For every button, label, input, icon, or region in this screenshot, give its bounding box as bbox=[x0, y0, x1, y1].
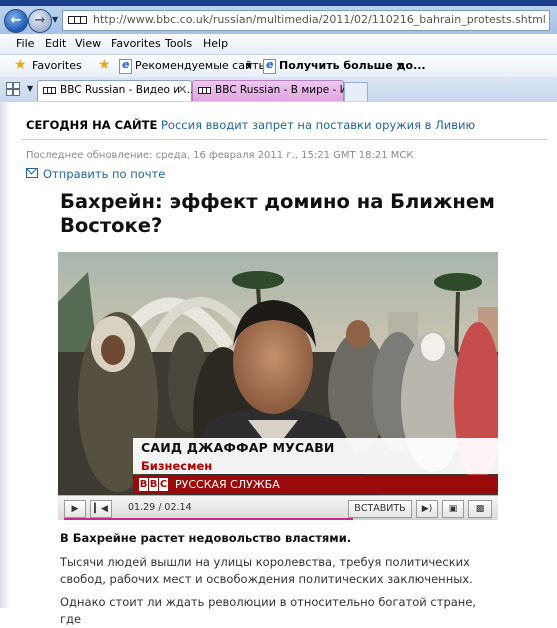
player-controls: ▶ ▎◀ 01.29 / 02.14 ВСТАВИТЬ ▶) ▣ ▩ bbox=[58, 495, 498, 520]
bbc-letter: C bbox=[159, 478, 168, 491]
video-player[interactable]: САИД ДЖАФФАР МУСАВИ Бизнесмен B B C РУСС… bbox=[58, 252, 498, 520]
volume-icon[interactable]: ▶) bbox=[416, 500, 438, 518]
fullscreen-icon[interactable]: ▩ bbox=[468, 500, 492, 518]
article-lead: В Бахрейне растет недовольство властями. bbox=[60, 531, 352, 545]
video-frame[interactable]: САИД ДЖАФФАР МУСАВИ Бизнесмен B B C РУСС… bbox=[58, 252, 498, 495]
ie-page-icon bbox=[263, 58, 276, 74]
speaker-role: Бизнесмен bbox=[141, 459, 213, 473]
bbc-logo: B B C bbox=[139, 478, 169, 491]
caption-lower-third: САИД ДЖАФФАР МУСАВИ Бизнесмен B B C РУСС… bbox=[133, 438, 498, 494]
chevron-down-icon: ▼ bbox=[246, 61, 253, 70]
forward-button[interactable]: → bbox=[28, 9, 52, 33]
email-link[interactable]: Отправить по почте bbox=[43, 167, 165, 181]
navigation-toolbar: ← → ▼ http://www.bbc.co.uk/russian/multi… bbox=[0, 6, 557, 34]
add-favorite-icon[interactable]: ★ bbox=[98, 57, 111, 73]
article-paragraph: Однако стоит ли ждать революции в относи… bbox=[60, 595, 477, 626]
tab-bar: ▼ BBC Russian - Видео и ... ✕ BBC Russia… bbox=[0, 77, 557, 103]
tab-title: BBC Russian - Видео и ... bbox=[60, 84, 194, 96]
favorites-star-icon: ★ bbox=[14, 57, 27, 73]
service-banner: B B C РУССКАЯ СЛУЖБА bbox=[133, 475, 498, 494]
close-tab-icon[interactable]: ✕ bbox=[178, 83, 187, 96]
timecode: 01.29 / 02.14 bbox=[128, 502, 192, 513]
back-button[interactable]: ← bbox=[4, 9, 28, 33]
tab-list-icon[interactable]: ▼ bbox=[27, 84, 33, 93]
menu-edit[interactable]: Edit bbox=[45, 37, 66, 50]
url-text: http://www.bbc.co.uk/russian/multimedia/… bbox=[93, 13, 546, 26]
tab-bbc-video[interactable]: BBC Russian - Видео и ... ✕ bbox=[37, 80, 194, 101]
address-bar[interactable]: http://www.bbc.co.uk/russian/multimedia/… bbox=[62, 10, 550, 31]
last-updated: Последнее обновление: среда, 16 февраля … bbox=[26, 150, 414, 161]
embed-button[interactable]: ВСТАВИТЬ bbox=[348, 500, 412, 518]
bbc-favicon bbox=[43, 87, 56, 94]
bbc-letter: B bbox=[149, 478, 158, 491]
menu-bar: File Edit View Favorites Tools Help bbox=[0, 34, 557, 55]
chevron-down-icon: ▼ bbox=[397, 61, 404, 70]
get-more-label: Получить больше до... bbox=[279, 59, 426, 72]
progress-fill bbox=[64, 518, 353, 520]
favorites-bar: ★ Favorites ★ Рекомендуемые сайты ▼ Полу… bbox=[0, 55, 557, 78]
web-page: СЕГОДНЯ НА САЙТЕ Россия вводит запрет на… bbox=[0, 102, 557, 626]
envelope-icon bbox=[26, 168, 38, 178]
popout-icon[interactable]: ▣ bbox=[442, 500, 464, 518]
skip-back-icon[interactable]: ▎◀ bbox=[90, 500, 112, 518]
progress-bar[interactable] bbox=[64, 518, 492, 520]
play-icon[interactable]: ▶ bbox=[64, 500, 86, 518]
ie-page-icon bbox=[119, 58, 132, 74]
page-edge bbox=[0, 102, 10, 608]
history-dropdown-icon[interactable]: ▼ bbox=[52, 15, 58, 24]
quick-tabs-icon[interactable] bbox=[6, 82, 20, 96]
site-favicon bbox=[68, 16, 87, 24]
menu-tools[interactable]: Tools bbox=[165, 37, 192, 50]
today-headline-link[interactable]: Россия вводит запрет на поставки оружия … bbox=[161, 118, 475, 132]
article-paragraph: Тысячи людей вышли на улицы королевства,… bbox=[60, 555, 473, 586]
service-name: РУССКАЯ СЛУЖБА bbox=[175, 478, 280, 491]
tab-title: BBC Russian - В мире - И... bbox=[215, 84, 358, 96]
bbc-letter: B bbox=[139, 478, 148, 491]
speaker-name: САИД ДЖАФФАР МУСАВИ bbox=[141, 440, 335, 455]
menu-help[interactable]: Help bbox=[203, 37, 228, 50]
bbc-favicon bbox=[198, 87, 211, 94]
divider bbox=[22, 139, 547, 140]
menu-file[interactable]: File bbox=[16, 37, 34, 50]
menu-view[interactable]: View bbox=[75, 37, 101, 50]
caption-role-bg: Бизнесмен bbox=[133, 458, 498, 474]
article-headline: Бахрейн: эффект домино на Ближнем Восток… bbox=[60, 190, 495, 237]
new-tab-button[interactable] bbox=[344, 82, 368, 101]
menu-favorites[interactable]: Favorites bbox=[111, 37, 161, 50]
favorites-label: Favorites bbox=[32, 59, 82, 72]
caption-name-bg: САИД ДЖАФФАР МУСАВИ bbox=[133, 438, 498, 458]
today-label: СЕГОДНЯ НА САЙТЕ bbox=[26, 118, 158, 132]
email-share[interactable]: Отправить по почте bbox=[26, 167, 165, 181]
tab-bbc-world[interactable]: BBC Russian - В мире - И... bbox=[192, 80, 358, 101]
today-on-site: СЕГОДНЯ НА САЙТЕ Россия вводит запрет на… bbox=[26, 118, 475, 132]
